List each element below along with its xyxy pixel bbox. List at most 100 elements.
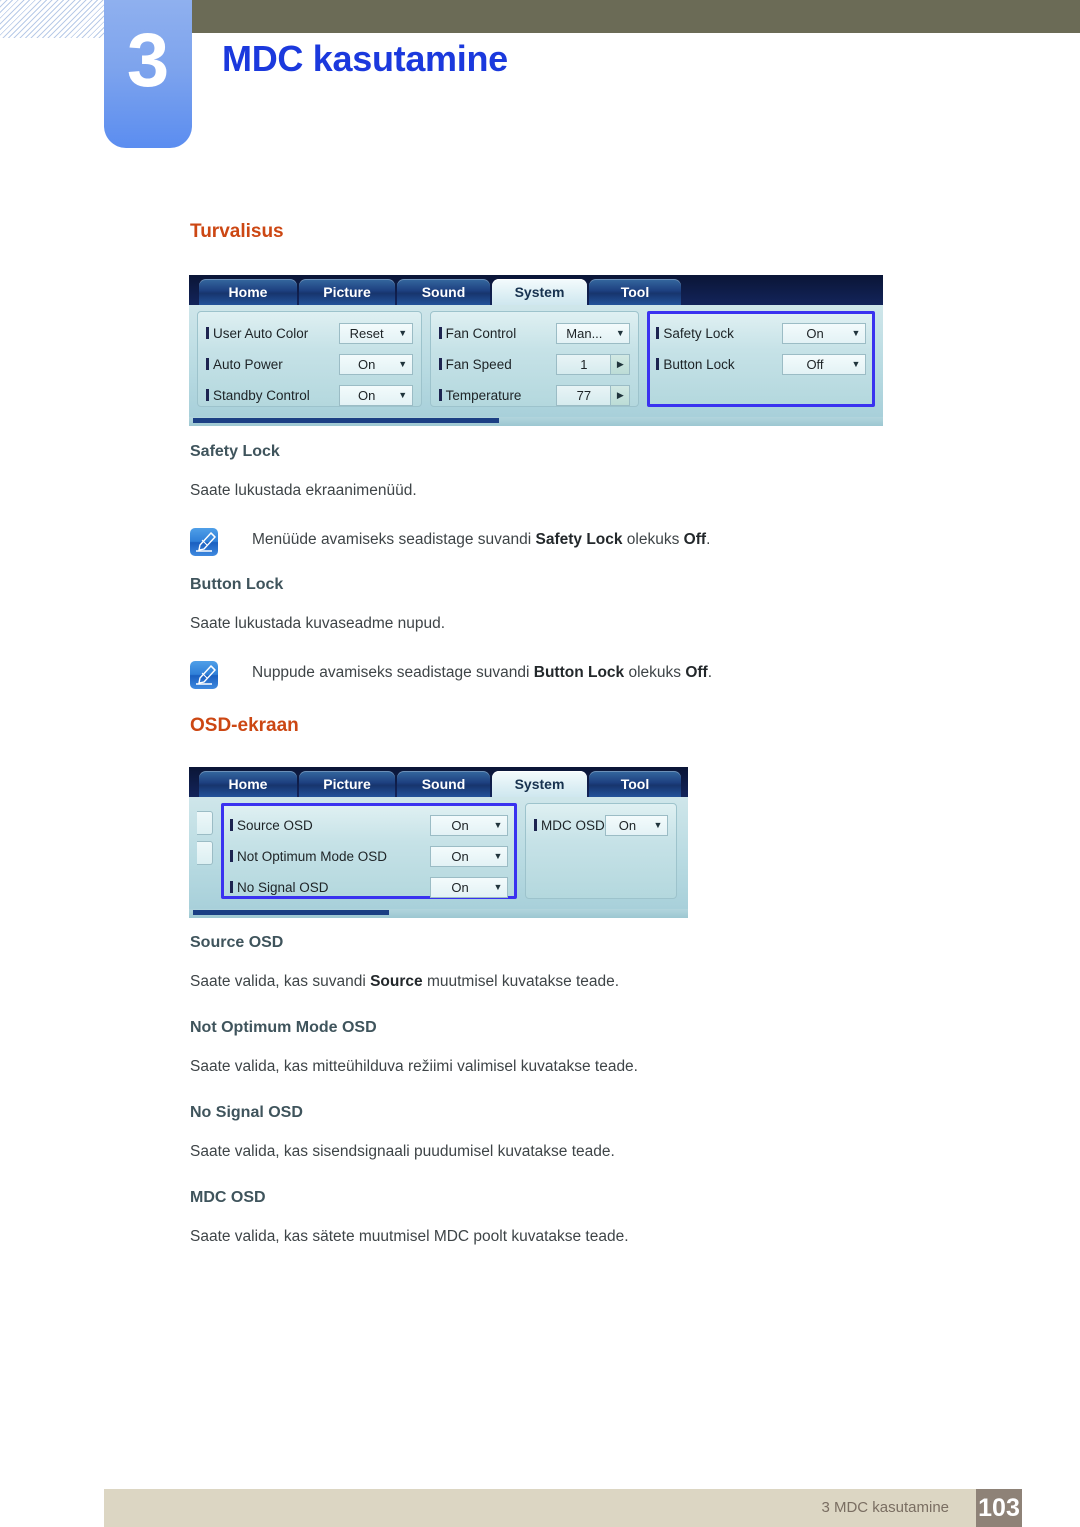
mdc-body: User Auto Color Reset ▼ Auto Power On ▼ Standb… <box>189 305 883 417</box>
setting-row: Button Lock Off ▼ <box>656 351 866 377</box>
chevron-down-icon[interactable]: ▼ <box>649 816 667 835</box>
dropdown-control[interactable]: On ▼ <box>782 322 866 344</box>
spinner-control[interactable]: 1 ▶ <box>556 353 631 375</box>
setting-row: Fan Control Man... ▼ <box>438 320 631 346</box>
dropdown-control[interactable]: Reset ▼ <box>338 322 413 344</box>
sub-heading: MDC OSD <box>190 1189 266 1206</box>
setting-row: User Auto Color Reset ▼ <box>206 320 413 346</box>
tab-picture[interactable]: Picture <box>299 771 395 797</box>
setting-label-text: Button Lock <box>663 356 735 372</box>
dropdown-control[interactable]: On ▼ <box>338 353 413 375</box>
mdc-scroll-thumb[interactable] <box>193 910 389 915</box>
chevron-down-icon[interactable]: ▼ <box>489 816 507 835</box>
control-value: On <box>451 848 469 864</box>
mdc-panel: User Auto Color Reset ▼ Auto Power On ▼ Standb… <box>197 311 422 407</box>
setting-label-text: Fan Control <box>445 325 517 341</box>
setting-row: Safety Lock On ▼ <box>656 320 866 346</box>
tab-tool[interactable]: Tool <box>589 279 681 305</box>
note-emphasis-setting: Safety Lock <box>535 531 623 548</box>
mdc-panel: Fan Control Man... ▼ Fan Speed 1 ▶ Temperature… <box>429 311 640 407</box>
chevron-down-icon[interactable]: ▼ <box>847 355 865 374</box>
mdc-scroll-thumb[interactable] <box>193 418 499 423</box>
note-emphasis-value: Off <box>685 664 708 681</box>
control-value: On <box>451 879 469 895</box>
chevron-down-icon[interactable]: ▼ <box>489 847 507 866</box>
dropdown-control[interactable]: On ▼ <box>604 814 668 836</box>
setting-label-text: Source OSD <box>237 817 313 833</box>
tab-system[interactable]: System <box>492 771 587 797</box>
tab-sound[interactable]: Sound <box>397 771 490 797</box>
chevron-down-icon[interactable]: ▼ <box>847 324 865 343</box>
arrow-right-icon[interactable]: ▶ <box>610 385 630 405</box>
paragraph: Saate valida, kas sisendsignaali puudumi… <box>190 1143 615 1160</box>
tab-home[interactable]: Home <box>199 771 297 797</box>
setting-row: Standby Control On ▼ <box>206 382 413 408</box>
mdc-body: Source OSD On ▼ Not Optimum Mode OSD On ▼ No S… <box>189 797 688 909</box>
tab-home[interactable]: Home <box>199 279 297 305</box>
mdc-scroll-track[interactable] <box>189 909 688 918</box>
note-text-pre: Menüüde avamiseks seadistage suvandi <box>252 531 536 548</box>
mdc-tab-bar: Home Picture Sound System Tool <box>189 767 688 797</box>
chevron-down-icon[interactable]: ▼ <box>489 878 507 897</box>
setting-label-text: Temperature <box>445 387 522 403</box>
chevron-down-icon[interactable]: ▼ <box>394 386 412 405</box>
chevron-down-icon[interactable]: ▼ <box>394 355 412 374</box>
note-emphasis-setting: Button Lock <box>533 664 625 681</box>
setting-label: Source OSD <box>230 818 313 833</box>
setting-label: Fan Speed <box>438 356 512 372</box>
dropdown-control[interactable]: On ▼ <box>430 876 508 898</box>
tab-system[interactable]: System <box>492 279 587 305</box>
mdc-panel-highlighted: Source OSD On ▼ Not Optimum Mode OSD On ▼ No S… <box>221 803 517 899</box>
paragraph: Saate lukustada kuvaseadme nupud. <box>190 615 446 632</box>
setting-row: Not Optimum Mode OSD On ▼ <box>230 843 508 869</box>
stub-field <box>197 841 213 865</box>
control-value: On <box>357 387 376 403</box>
mdc-scroll-track[interactable] <box>189 417 883 426</box>
setting-row: MDC OSD On ▼ <box>534 812 668 838</box>
control-value: On <box>451 817 469 833</box>
section-heading: Turvalisus <box>190 221 284 242</box>
dropdown-control[interactable]: On ▼ <box>338 384 413 406</box>
note-text-mid: olekuks <box>624 664 686 681</box>
setting-label: Safety Lock <box>656 326 734 341</box>
setting-label: Auto Power <box>206 357 283 372</box>
chevron-down-icon[interactable]: ▼ <box>394 324 412 343</box>
control-value: On <box>618 817 637 833</box>
tab-label: System <box>514 776 565 792</box>
arrow-right-icon[interactable]: ▶ <box>610 354 630 374</box>
tab-tool[interactable]: Tool <box>589 771 681 797</box>
spinner-control[interactable]: 77 ▶ <box>556 384 631 406</box>
setting-label: User Auto Color <box>206 326 308 341</box>
setting-row: Fan Speed 1 ▶ <box>438 351 631 377</box>
mdc-tab-bar: Home Picture Sound System Tool <box>189 275 883 305</box>
page-number-badge: 103 <box>976 1489 1022 1527</box>
sub-heading: Safety Lock <box>190 443 280 460</box>
mdc-panel-highlighted: Safety Lock On ▼ Button Lock Off ▼ <box>647 311 875 407</box>
note-pen-icon <box>190 661 218 689</box>
bullet-icon <box>206 327 209 339</box>
panel-edge-stub <box>197 803 213 899</box>
sub-heading: Button Lock <box>190 576 284 593</box>
tab-label: Sound <box>421 284 466 300</box>
page-title: MDC kasutamine <box>222 38 508 79</box>
setting-row: Auto Power On ▼ <box>206 351 413 377</box>
paragraph: Saate valida, kas sätete muutmisel MDC p… <box>190 1228 629 1245</box>
dropdown-control[interactable]: Off ▼ <box>782 353 866 375</box>
bullet-icon <box>206 389 209 401</box>
tab-label: Picture <box>323 284 371 300</box>
bullet-icon <box>230 850 233 862</box>
sub-heading: Source OSD <box>190 934 284 951</box>
dropdown-control[interactable]: Man... ▼ <box>556 322 631 344</box>
chapter-number: 3 <box>126 18 170 103</box>
dropdown-control[interactable]: On ▼ <box>430 845 508 867</box>
dropdown-control[interactable]: On ▼ <box>430 814 508 836</box>
control-value: Off <box>806 356 824 372</box>
tab-sound[interactable]: Sound <box>397 279 490 305</box>
note-text-post: . <box>706 531 711 548</box>
setting-label-text: Fan Speed <box>445 356 512 372</box>
chevron-down-icon[interactable]: ▼ <box>611 324 629 343</box>
setting-label: MDC OSD <box>534 818 605 833</box>
tab-picture[interactable]: Picture <box>299 279 395 305</box>
footer-text: 3 MDC kasutamine <box>821 1499 949 1516</box>
note-text: Menüüde avamiseks seadistage suvandi Saf… <box>252 531 710 549</box>
